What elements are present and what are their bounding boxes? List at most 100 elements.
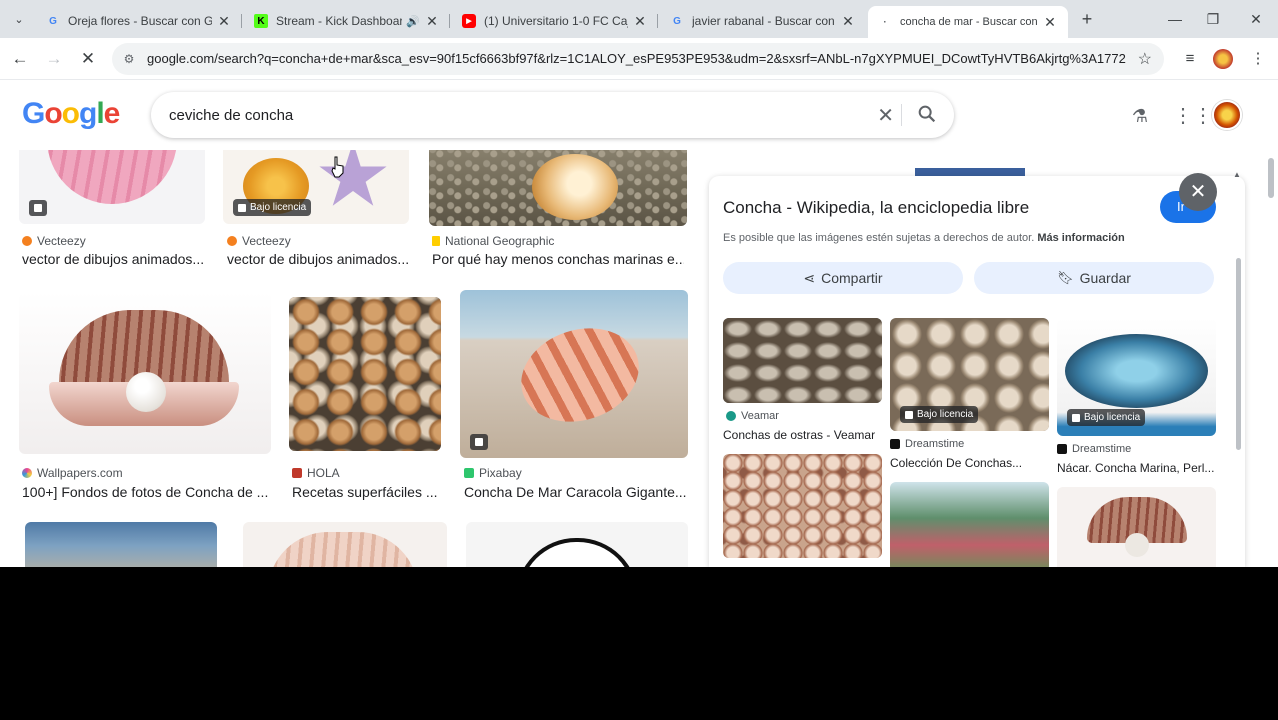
search-box[interactable]: ceviche de concha ✕ xyxy=(151,92,954,138)
result-image[interactable] xyxy=(25,522,217,567)
apps-grid-icon[interactable]: ⋮⋮ xyxy=(1173,104,1213,128)
new-tab-button[interactable]: + xyxy=(1076,8,1098,30)
related-image[interactable] xyxy=(723,318,882,403)
share-button[interactable]: ⋖ Compartir xyxy=(723,262,963,294)
result-image[interactable] xyxy=(19,150,205,224)
related-image[interactable]: Bajo licencia xyxy=(1057,318,1216,436)
clear-search-icon[interactable]: ✕ xyxy=(877,103,894,128)
speaker-icon[interactable]: 🔊 xyxy=(406,15,420,28)
search-input[interactable]: ceviche de concha xyxy=(169,107,293,124)
minimize-button[interactable]: — xyxy=(1160,8,1190,30)
address-bar[interactable]: ⚙ google.com/search?q=concha+de+mar&sca_… xyxy=(112,43,1164,75)
related-image[interactable] xyxy=(1057,487,1216,567)
browser-profile-avatar[interactable] xyxy=(1213,49,1233,69)
loading-icon: · xyxy=(883,16,887,28)
browser-menu-icon[interactable]: ⋮ xyxy=(1246,47,1270,71)
result-title[interactable]: vector de dibujos animados... xyxy=(22,251,204,267)
result-image[interactable] xyxy=(289,297,441,451)
close-tab-icon[interactable]: ✕ xyxy=(632,13,648,30)
tab-concha-de-mar[interactable]: · concha de mar - Buscar con ✕ xyxy=(868,6,1068,38)
site-info-icon[interactable]: ⚙ xyxy=(120,50,138,68)
related-title[interactable]: Conchas de ostras - Veamar xyxy=(723,428,883,442)
google-icon: G xyxy=(49,15,57,27)
shell-photo xyxy=(532,154,618,220)
panel-title[interactable]: Concha - Wikipedia, la enciclopedia libr… xyxy=(723,198,1029,218)
google-logo[interactable]: Google xyxy=(22,97,120,131)
media-control-icon[interactable]: ≡ xyxy=(1178,47,1202,71)
shell-photo xyxy=(268,532,418,567)
close-tab-icon[interactable]: ✕ xyxy=(424,13,440,30)
result-source[interactable]: Vecteezy xyxy=(22,234,86,248)
back-button[interactable]: ← xyxy=(8,47,32,71)
result-title[interactable]: Recetas superfáciles ... xyxy=(292,484,442,500)
result-source[interactable]: HOLA xyxy=(292,466,340,480)
more-info-link[interactable]: Más información xyxy=(1037,232,1124,244)
hola-icon xyxy=(292,468,302,478)
related-title[interactable]: Colección De Conchas... xyxy=(890,456,1050,470)
tab-universitario[interactable]: ▶ (1) Universitario 1-0 FC Caja ✕ xyxy=(452,6,658,36)
bookmark-star-icon[interactable]: ☆ xyxy=(1138,49,1152,69)
pixabay-icon xyxy=(464,468,474,478)
browser-toolbar: ← → ✕ ⚙ google.com/search?q=concha+de+ma… xyxy=(0,38,1278,80)
related-image[interactable]: Bajo licencia xyxy=(890,318,1049,431)
result-image[interactable] xyxy=(460,290,688,458)
related-title[interactable]: Nácar. Concha Marina, Perl... xyxy=(1057,461,1217,475)
close-tab-icon[interactable]: ✕ xyxy=(216,13,232,30)
result-image[interactable]: Bajo licencia xyxy=(223,150,409,224)
share-icon: ⋖ xyxy=(803,269,816,286)
result-title[interactable]: Por qué hay menos conchas marinas e... xyxy=(432,251,684,267)
related-image[interactable] xyxy=(723,454,882,558)
result-title[interactable]: 100+] Fondos de fotos de Concha de ... xyxy=(22,484,272,500)
close-tab-icon[interactable]: ✕ xyxy=(1042,14,1058,31)
related-source[interactable]: Dreamstime xyxy=(1057,443,1131,455)
panel-scrollbar[interactable] xyxy=(1236,258,1241,450)
tab-javier-rabanal[interactable]: G javier rabanal - Buscar con G ✕ xyxy=(660,6,866,36)
source-label: National Geographic xyxy=(445,234,555,248)
close-tab-icon[interactable]: ✕ xyxy=(840,13,856,30)
labs-flask-icon[interactable]: ⚗ xyxy=(1128,104,1152,128)
stop-loading-button[interactable]: ✕ xyxy=(76,47,100,71)
logo-letter: G xyxy=(22,97,45,130)
result-image[interactable] xyxy=(19,292,271,454)
account-avatar[interactable] xyxy=(1212,100,1242,130)
panel-scroll-up-icon[interactable]: ▲ xyxy=(1233,170,1241,179)
tab-oreja-flores[interactable]: G Oreja flores - Buscar con Goo ✕ xyxy=(36,6,242,36)
small-shells-photo xyxy=(723,454,882,558)
starfish-drawing xyxy=(319,150,387,206)
tab-title: Stream - Kick Dashboard xyxy=(276,14,403,28)
source-label: Pixabay xyxy=(479,466,522,480)
url-text[interactable]: google.com/search?q=concha+de+mar&sca_es… xyxy=(147,51,1127,66)
result-source[interactable]: National Geographic xyxy=(432,234,554,248)
result-source[interactable]: Wallpapers.com xyxy=(22,466,123,480)
vecteezy-icon xyxy=(22,236,32,246)
tab-strip: ⌄ G Oreja flores - Buscar con Goo ✕ K St… xyxy=(0,0,1278,38)
restore-button[interactable]: ❐ xyxy=(1198,8,1228,30)
related-source[interactable]: Veamar xyxy=(726,410,779,422)
save-button[interactable]: 🔖︎ Guardar xyxy=(974,262,1214,294)
search-icon[interactable] xyxy=(916,103,938,125)
result-source[interactable]: Pixabay xyxy=(464,466,522,480)
close-panel-button[interactable]: ✕ xyxy=(1179,173,1217,211)
related-source[interactable]: Dreamstime xyxy=(890,438,964,450)
pearl xyxy=(1125,533,1149,557)
badge-label: Bajo licencia xyxy=(250,202,307,213)
copyright-note: Es posible que las imágenes estén sujeta… xyxy=(723,232,1125,244)
result-image[interactable] xyxy=(243,522,447,567)
license-icon xyxy=(905,410,913,419)
related-image[interactable] xyxy=(890,482,1049,567)
pink-shell-drawing xyxy=(47,150,177,204)
page-scrollbar[interactable] xyxy=(1268,158,1274,198)
tab-search-button[interactable]: ⌄ xyxy=(8,8,30,30)
close-window-button[interactable]: ✕ xyxy=(1241,8,1271,30)
result-title[interactable]: vector de dibujos animados... xyxy=(227,251,409,267)
pearl xyxy=(126,372,166,412)
forward-button[interactable]: → xyxy=(42,47,66,71)
tab-kick-dashboard[interactable]: K Stream - Kick Dashboard 🔊 ✕ xyxy=(244,6,450,36)
conch-shell-photo xyxy=(509,313,651,437)
badge-label: Bajo licencia xyxy=(917,409,974,420)
source-label: Dreamstime xyxy=(1072,443,1132,455)
result-source[interactable]: Vecteezy xyxy=(227,234,291,248)
result-title[interactable]: Concha De Mar Caracola Gigante... xyxy=(464,484,686,500)
result-image[interactable] xyxy=(429,150,687,226)
result-image[interactable] xyxy=(466,522,688,567)
